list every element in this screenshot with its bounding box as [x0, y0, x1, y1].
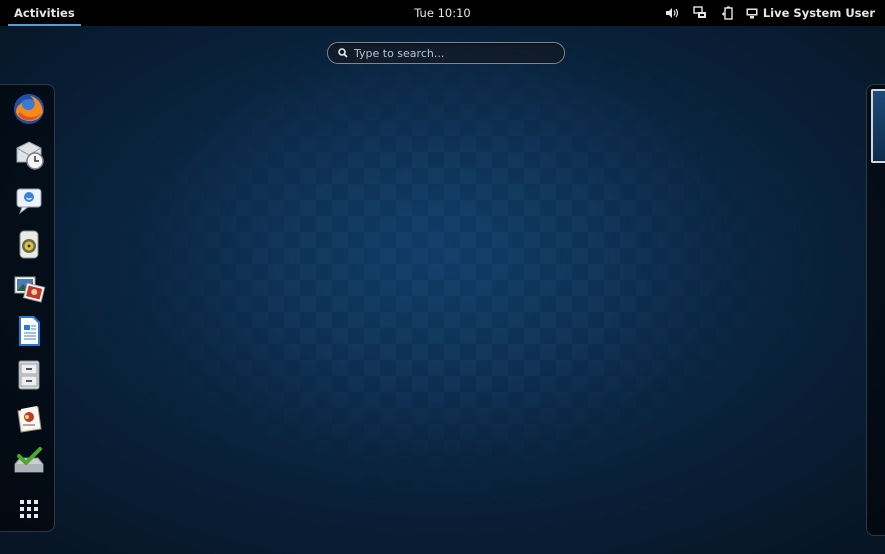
volume-icon[interactable] — [658, 0, 686, 26]
rhythmbox-icon[interactable] — [11, 226, 47, 262]
shotwell-icon[interactable] — [11, 271, 47, 307]
evolution-icon[interactable] — [11, 137, 47, 173]
workspace-thumbnail[interactable] — [871, 89, 885, 163]
install-to-hard-drive-icon[interactable] — [11, 443, 47, 479]
network-icon[interactable] — [686, 0, 714, 26]
workspace-switcher — [866, 84, 885, 536]
activities-button[interactable]: Activities — [8, 0, 81, 26]
firefox-icon[interactable] — [11, 91, 47, 127]
desktop-background — [60, 40, 840, 550]
dash — [0, 84, 55, 532]
files-icon[interactable] — [11, 357, 47, 393]
user-menu[interactable]: Live System User — [742, 0, 879, 26]
empathy-icon[interactable] — [11, 181, 47, 217]
show-applications-icon[interactable] — [11, 491, 47, 527]
battery-icon[interactable] — [714, 0, 742, 26]
system-tray: Live System User — [658, 0, 879, 26]
top-bar: Activities Tue 10:10 Live System User — [0, 0, 885, 26]
libreoffice-writer-icon[interactable] — [11, 313, 47, 349]
clock[interactable]: Tue 10:10 — [414, 6, 470, 20]
user-icon — [746, 8, 758, 18]
user-name: Live System User — [762, 6, 875, 20]
search-icon — [338, 48, 348, 58]
search-input[interactable] — [354, 46, 544, 60]
search-box[interactable] — [327, 42, 565, 64]
software-icon[interactable] — [11, 400, 47, 436]
